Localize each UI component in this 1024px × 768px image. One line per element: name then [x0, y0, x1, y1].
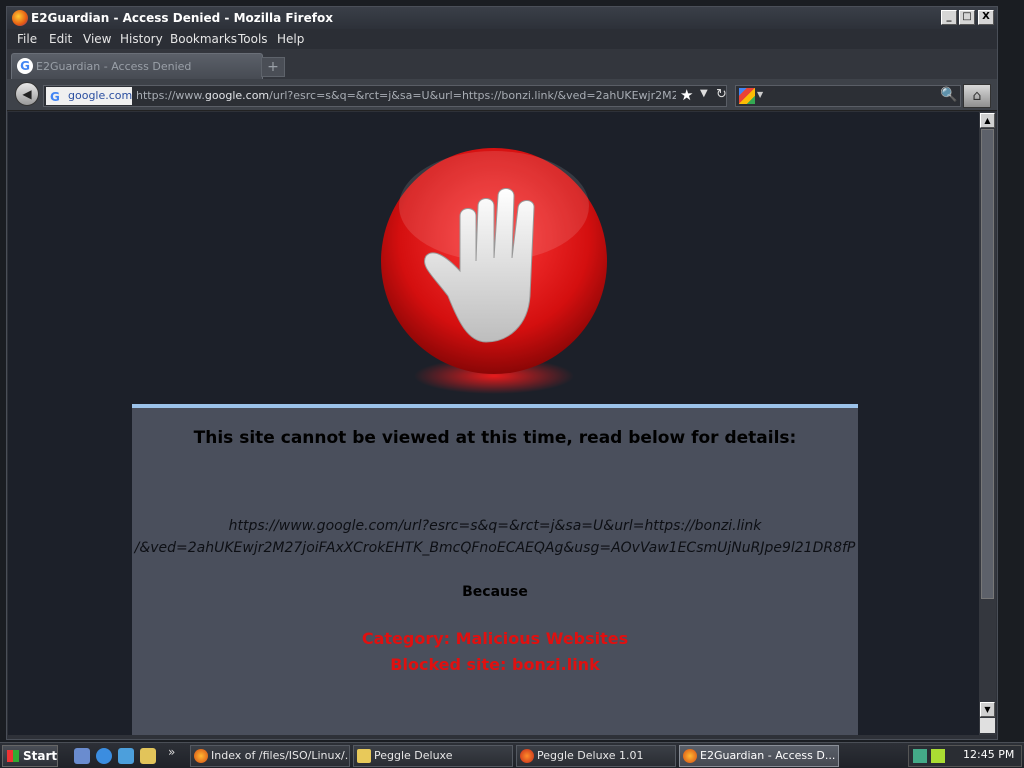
- site-identity-button[interactable]: G google.com: [46, 87, 132, 105]
- new-tab-button[interactable]: +: [261, 57, 285, 77]
- url-domain: google.com: [204, 89, 270, 102]
- block-details-panel: This site cannot be viewed at this time,…: [132, 404, 858, 735]
- task-e2guardian[interactable]: E2Guardian - Access D...: [679, 745, 839, 767]
- firefox-icon: [12, 10, 28, 26]
- folder-search-icon[interactable]: [140, 748, 156, 764]
- title-bar[interactable]: E2Guardian - Access Denied - Mozilla Fir…: [7, 7, 997, 29]
- menu-help[interactable]: Help: [277, 32, 304, 46]
- folder-icon: [357, 749, 371, 763]
- url-prefix: https://www.: [136, 89, 205, 102]
- minimize-button[interactable]: _: [941, 10, 957, 25]
- url-path: /url?esrc=s&q=&rct=j&sa=U&url=https://bo…: [269, 89, 676, 102]
- navigation-toolbar: ◀ G google.com https://www.google.com/ur…: [7, 79, 997, 111]
- block-category: Category: Malicious Websites: [361, 629, 629, 648]
- quicklaunch-chevron-icon[interactable]: »: [168, 745, 175, 759]
- firefox-window: E2Guardian - Access Denied - Mozilla Fir…: [6, 6, 998, 740]
- blocked-site: Blocked site: bonzi.link: [390, 655, 600, 674]
- home-button[interactable]: ⌂: [963, 84, 991, 108]
- task-peggle-folder[interactable]: Peggle Deluxe: [353, 745, 513, 767]
- page-content: This site cannot be viewed at this time,…: [8, 112, 979, 735]
- history-dropdown-icon[interactable]: ▼: [700, 88, 708, 99]
- task-peggle-deluxe[interactable]: Peggle Deluxe 1.01: [516, 745, 676, 767]
- back-button[interactable]: ◀: [15, 82, 39, 106]
- site-identity-label: google.com: [68, 89, 133, 102]
- task-label: E2Guardian - Access D...: [700, 749, 836, 762]
- menu-bookmarks[interactable]: Bookmarks: [170, 32, 237, 46]
- google-favicon-icon: G: [50, 90, 60, 104]
- scroll-up-icon[interactable]: ▲: [980, 113, 995, 128]
- email-icon[interactable]: [118, 748, 134, 764]
- vertical-scrollbar[interactable]: ▲ ▼: [979, 112, 996, 735]
- taskbar: Start » Index of /files/ISO/Linux/... Pe…: [0, 742, 1024, 768]
- menu-tools[interactable]: Tools: [238, 32, 268, 46]
- url-bar[interactable]: G google.com https://www.google.com/url?…: [43, 85, 727, 107]
- google-search-engine-icon[interactable]: [739, 88, 755, 104]
- clock[interactable]: 12:45 PM: [963, 748, 1014, 761]
- peggle-icon: [520, 749, 534, 763]
- block-heading: This site cannot be viewed at this time,…: [193, 428, 797, 448]
- task-label: Peggle Deluxe 1.01: [537, 749, 644, 762]
- desktop: E2Guardian - Access Denied - Mozilla Fir…: [0, 0, 1024, 768]
- blocked-url-line1: https://www.google.com/url?esrc=s&q=&rct…: [228, 518, 762, 534]
- firefox-icon: [194, 749, 208, 763]
- window-title: E2Guardian - Access Denied - Mozilla Fir…: [31, 11, 333, 25]
- show-desktop-icon[interactable]: [74, 748, 90, 764]
- search-icon[interactable]: 🔍: [940, 87, 957, 103]
- url-input[interactable]: https://www.google.com/url?esrc=s&q=&rct…: [136, 89, 676, 102]
- system-tray: 12:45 PM: [908, 745, 1022, 767]
- tray-app-icon[interactable]: [931, 749, 945, 763]
- menu-bar: File Edit View History Bookmarks Tools H…: [7, 29, 997, 49]
- bookmark-star-icon[interactable]: ★: [680, 86, 693, 104]
- blocked-url-line2: /&ved=2ahUKEwjr2M27joiFAxXCrokEHTK_BmcQF…: [134, 540, 856, 556]
- maximize-button[interactable]: □: [959, 10, 975, 25]
- scroll-thumb[interactable]: [981, 129, 994, 599]
- menu-edit[interactable]: Edit: [49, 32, 72, 46]
- menu-history[interactable]: History: [120, 32, 163, 46]
- resize-grip-icon[interactable]: [980, 718, 995, 733]
- task-index-files[interactable]: Index of /files/ISO/Linux/...: [190, 745, 350, 767]
- because-label: Because: [462, 584, 528, 600]
- internet-explorer-icon[interactable]: [96, 748, 112, 764]
- start-logo-icon: [7, 750, 19, 762]
- start-button[interactable]: Start: [2, 745, 58, 767]
- menu-view[interactable]: View: [83, 32, 111, 46]
- start-label: Start: [23, 749, 58, 763]
- menu-file[interactable]: File: [17, 32, 37, 46]
- task-label: Peggle Deluxe: [374, 749, 453, 762]
- search-box[interactable]: ▼ 🔍: [735, 85, 961, 107]
- google-favicon-icon: G: [17, 58, 33, 74]
- reload-icon[interactable]: ↻: [716, 87, 727, 102]
- task-label: Index of /files/ISO/Linux/...: [211, 749, 350, 762]
- scroll-down-icon[interactable]: ▼: [980, 702, 995, 717]
- stop-hand-icon: [381, 148, 607, 394]
- tab-bar: G E2Guardian - Access Denied +: [7, 49, 997, 79]
- firefox-icon: [683, 749, 697, 763]
- network-icon[interactable]: [913, 749, 927, 763]
- engine-dropdown-icon[interactable]: ▼: [757, 90, 763, 99]
- tab-e2guardian[interactable]: G E2Guardian - Access Denied: [11, 53, 263, 79]
- tab-label: E2Guardian - Access Denied: [36, 60, 192, 73]
- close-button[interactable]: X: [978, 10, 994, 25]
